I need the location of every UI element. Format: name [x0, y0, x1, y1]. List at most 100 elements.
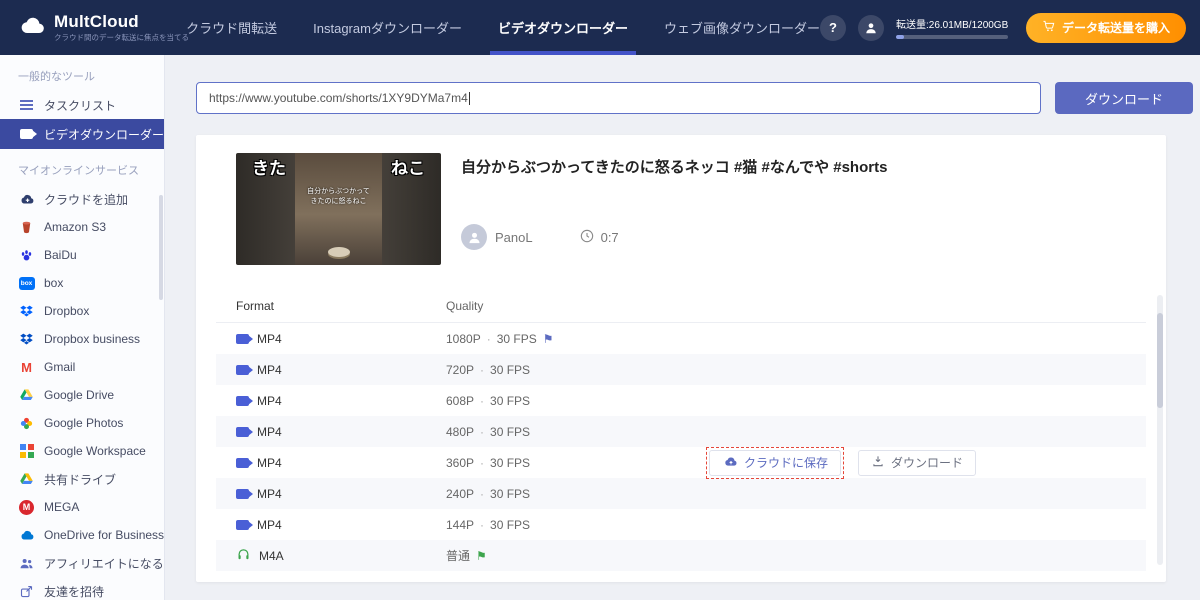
nav-video-downloader[interactable]: ビデオダウンローダー: [489, 0, 636, 55]
format-row-608p[interactable]: MP4 608P · 30 FPS: [216, 385, 1146, 416]
sidebar-scrollbar[interactable]: [159, 195, 163, 300]
sidebar-item-baidu[interactable]: BaiDu: [0, 241, 164, 269]
sidebar-item-label: クラウドを追加: [44, 192, 129, 207]
buy-traffic-button[interactable]: データ転送量を購入: [1025, 12, 1186, 43]
sidebar-item-gmail[interactable]: Gmail: [0, 353, 164, 381]
row-download-button[interactable]: ダウンロード: [858, 449, 977, 476]
sidebar-item-amazon-s3[interactable]: Amazon S3: [0, 213, 164, 241]
sidebar-item-label: MEGA: [44, 500, 80, 514]
download-button[interactable]: ダウンロード: [1055, 82, 1193, 114]
sidebar-item-affiliate[interactable]: アフィリエイトになる: [0, 549, 164, 577]
onedrive-icon: [18, 527, 35, 544]
sidebar-item-label: タスクリスト: [44, 98, 117, 113]
sidebar-item-task-list[interactable]: タスクリスト: [0, 91, 164, 119]
video-title: 自分からぶつかってきたのに怒るネッコ #猫 #なんでや #shorts: [461, 159, 888, 176]
row-actions: クラウドに保存 ダウンロード: [706, 446, 977, 479]
sidebar-section-general-tools: 一般的なツール: [18, 71, 95, 83]
sidebar-item-onedrive-business[interactable]: OneDrive for Business: [0, 521, 164, 549]
flag-icon: ⚑: [476, 548, 487, 563]
buy-traffic-label: データ転送量を購入: [1061, 21, 1170, 35]
separator-dot: ·: [480, 455, 485, 470]
url-input[interactable]: https://www.youtube.com/shorts/1XY9DYMa7…: [196, 82, 1041, 114]
format-label: MP4: [257, 393, 282, 408]
brand-name: MultCloud: [54, 12, 139, 32]
clock-icon: [579, 228, 595, 247]
cloud-upload-icon: [722, 455, 738, 471]
format-label: MP4: [257, 486, 282, 501]
quality-label: 480P: [446, 424, 475, 439]
thumbnail-caption: 自分からぶつかって きたのに怒るねこ: [307, 188, 370, 205]
affiliate-icon: [18, 555, 35, 572]
format-row-144p[interactable]: MP4 144P · 30 FPS: [216, 509, 1146, 540]
sidebar-item-shared-drive[interactable]: 共有ドライブ: [0, 465, 164, 493]
header-right: 転送量:26.01MB/1200GB データ転送量を購入: [819, 12, 1200, 43]
google-photos-icon: [18, 415, 35, 432]
sidebar-item-mega[interactable]: MEGA: [0, 493, 164, 521]
invite-friends-icon: [18, 583, 35, 600]
sidebar-item-dropbox-business[interactable]: Dropbox business: [0, 325, 164, 353]
format-label: MP4: [257, 424, 282, 439]
audio-file-icon: [236, 547, 251, 565]
sidebar-item-label: BaiDu: [44, 248, 77, 262]
fps-label: 30 FPS: [490, 486, 531, 501]
thumbnail-overlay-text: きた ねこ: [236, 153, 441, 179]
dropbox-icon: [18, 303, 35, 320]
sidebar-item-label: Google Photos: [44, 416, 124, 430]
author-name: PanoL: [495, 229, 533, 245]
user-icon[interactable]: [857, 14, 884, 41]
box-icon: [18, 275, 35, 292]
sidebar-item-add-cloud[interactable]: クラウドを追加: [0, 185, 164, 213]
video-file-icon: [236, 364, 253, 375]
video-meta: 自分からぶつかってきたのに怒るネッコ #猫 #なんでや #shorts Pano…: [461, 153, 887, 265]
quality-label: 608P: [446, 393, 475, 408]
download-icon: [871, 454, 885, 471]
table-header: Format Quality: [216, 289, 1146, 323]
fps-label: 30 FPS: [490, 393, 531, 408]
video-file-icon: [236, 519, 253, 530]
video-duration: 0:7: [579, 228, 619, 247]
dropbox-business-icon: [18, 331, 35, 348]
sidebar-item-google-drive[interactable]: Google Drive: [0, 381, 164, 409]
separator-dot: ·: [486, 331, 491, 346]
format-label: MP4: [257, 331, 282, 346]
format-row-1080p[interactable]: MP4 1080P · 30 FPS ⚑: [216, 323, 1146, 354]
table-scrollbar-track[interactable]: [1157, 295, 1163, 565]
nav-web-image-downloader[interactable]: ウェブ画像ダウンローダー: [664, 0, 820, 55]
nav-cloud-transfer[interactable]: クラウド間転送: [186, 0, 277, 55]
format-label: MP4: [257, 455, 282, 470]
thumbnail-text-left: きた: [252, 159, 286, 178]
sidebar-item-label: Dropbox business: [44, 332, 141, 346]
format-row-m4a[interactable]: M4A 普通 ⚑: [216, 540, 1146, 571]
add-cloud-icon: [18, 191, 35, 208]
help-icon[interactable]: [819, 14, 846, 41]
format-row-720p[interactable]: MP4 720P · 30 FPS: [216, 354, 1146, 385]
quality-label: 1080P: [446, 331, 481, 346]
nav-instagram-downloader[interactable]: Instagramダウンローダー: [313, 0, 462, 55]
sidebar-item-box[interactable]: box: [0, 269, 164, 297]
brand-tagline: クラウド間のデータ転送に焦点を当てる: [54, 32, 189, 42]
format-row-240p[interactable]: MP4 240P · 30 FPS: [216, 478, 1146, 509]
save-to-cloud-button[interactable]: クラウドに保存: [709, 449, 842, 476]
sidebar-item-dropbox[interactable]: Dropbox: [0, 297, 164, 325]
main-content: https://www.youtube.com/shorts/1XY9DYMa7…: [166, 55, 1200, 600]
sidebar-item-invite-friends[interactable]: 友達を招待: [0, 577, 164, 600]
format-row-360p[interactable]: MP4 360P · 30 FPS クラウドに保存 ダウンロード: [216, 446, 1146, 479]
brand[interactable]: MultCloud クラウド間のデータ転送に焦点を当てる: [0, 12, 189, 42]
sidebar-item-google-workspace[interactable]: Google Workspace: [0, 437, 164, 465]
author-avatar: [461, 224, 487, 251]
baidu-icon: [18, 247, 35, 264]
fps-label: 30 FPS: [490, 362, 531, 377]
table-scrollbar-thumb[interactable]: [1157, 313, 1163, 408]
format-row-480p[interactable]: MP4 480P · 30 FPS: [216, 416, 1146, 447]
sidebar-item-label: 友達を招待: [44, 584, 105, 599]
amazon-s3-icon: [18, 219, 35, 236]
separator-dot: ·: [480, 517, 485, 532]
shared-drive-icon: [18, 471, 35, 488]
video-thumbnail[interactable]: きた ねこ 自分からぶつかって きたのに怒るねこ: [236, 153, 441, 265]
quality-label: 240P: [446, 486, 475, 501]
quality-label: 720P: [446, 362, 475, 377]
sidebar-item-label: Gmail: [44, 360, 76, 374]
sidebar-section-online-services: マイオンラインサービス: [18, 165, 139, 177]
sidebar-item-google-photos[interactable]: Google Photos: [0, 409, 164, 437]
sidebar-item-video-downloader[interactable]: ビデオダウンローダー: [0, 119, 164, 149]
